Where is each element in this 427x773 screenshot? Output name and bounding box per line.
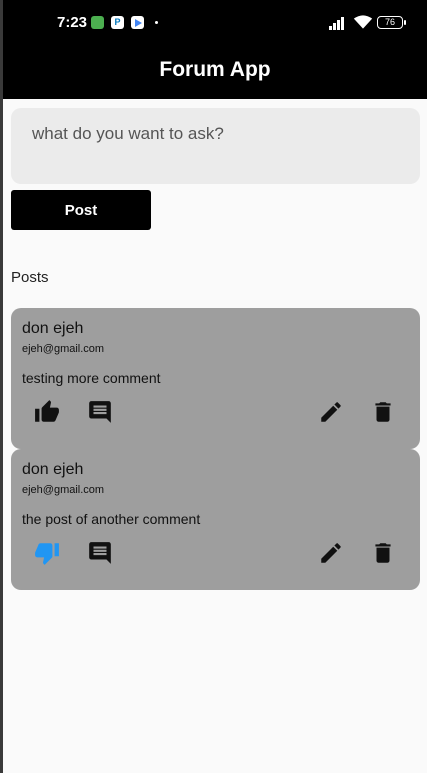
signal-icon [329, 16, 349, 30]
comment-button[interactable] [87, 540, 113, 566]
left-edge-strip [0, 0, 3, 773]
notification-p-icon: P [111, 16, 124, 29]
thumb-up-icon [35, 400, 59, 422]
ask-input[interactable]: what do you want to ask? [11, 108, 420, 184]
post-author: don ejeh [22, 461, 84, 478]
post-button[interactable]: Post [11, 190, 151, 230]
notification-app-icon [91, 16, 104, 29]
delete-button[interactable] [370, 540, 396, 566]
play-store-icon [131, 16, 144, 29]
like-button[interactable] [34, 399, 60, 425]
status-time: 7:23 [57, 14, 88, 31]
comment-button[interactable] [87, 399, 113, 425]
status-bar: 7:23 P 76 [3, 0, 427, 46]
post-email: ejeh@gmail.com [22, 343, 105, 355]
delete-icon [375, 543, 391, 563]
edit-button[interactable] [318, 399, 344, 425]
post-author: don ejeh [22, 320, 84, 337]
post-body: testing more comment [22, 370, 161, 386]
post-card: don ejeh ejeh@gmail.com testing more com… [11, 308, 420, 449]
app-title: Forum App [159, 58, 271, 81]
thumb-down-icon [35, 543, 59, 565]
posts-heading: Posts [11, 269, 49, 286]
wifi-icon [353, 15, 373, 29]
battery-icon: 76 [377, 16, 406, 29]
comment-icon [89, 542, 111, 564]
app-bar: Forum App [3, 46, 427, 99]
post-email: ejeh@gmail.com [22, 484, 105, 496]
delete-icon [375, 402, 391, 422]
comment-icon [89, 401, 111, 423]
more-notifications-dot-icon [155, 21, 158, 24]
edit-button[interactable] [318, 540, 344, 566]
post-body: the post of another comment [22, 511, 201, 527]
edit-icon [321, 543, 341, 563]
edit-icon [321, 402, 341, 422]
dislike-button[interactable] [34, 540, 60, 566]
post-card: don ejeh ejeh@gmail.com the post of anot… [11, 449, 420, 590]
delete-button[interactable] [370, 399, 396, 425]
